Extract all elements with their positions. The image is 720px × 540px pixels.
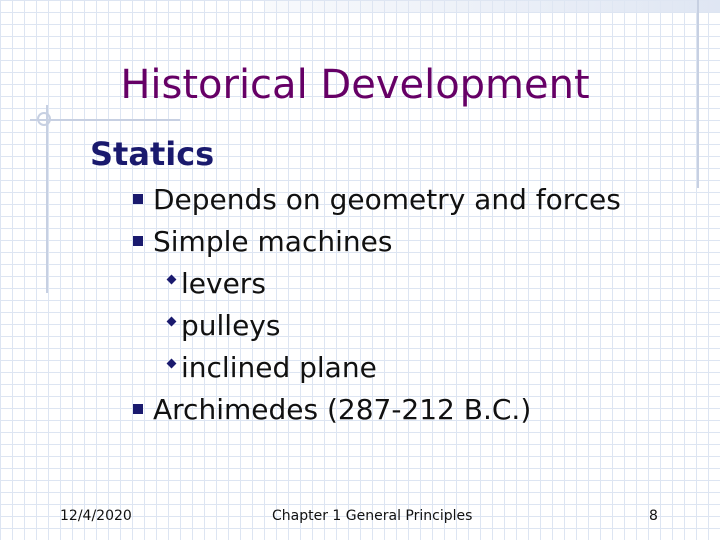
- sub-bullet-item: levers: [166, 266, 266, 302]
- sub-bullet-text: inclined plane: [181, 351, 377, 384]
- footer-title: Chapter 1 General Principles: [272, 508, 473, 524]
- diamond-bullet-icon: [166, 316, 177, 327]
- square-bullet-icon: [133, 236, 143, 246]
- slide-subtitle: Statics: [90, 135, 215, 173]
- corner-decoration: [265, 0, 720, 12]
- crosshair-icon: [37, 112, 51, 126]
- diamond-bullet-icon: [166, 274, 177, 285]
- square-bullet-icon: [133, 194, 143, 204]
- bullet-item: Depends on geometry and forces: [133, 182, 621, 218]
- sub-bullet-item: pulleys: [166, 308, 281, 344]
- diamond-bullet-icon: [166, 358, 177, 369]
- bullet-item: Archimedes (287-212 B.C.): [133, 392, 531, 428]
- bullet-text: Archimedes (287-212 B.C.): [153, 393, 532, 426]
- sub-bullet-item: inclined plane: [166, 350, 377, 386]
- sub-bullet-text: pulleys: [181, 309, 281, 342]
- bullet-item: Simple machines: [133, 224, 392, 260]
- sub-bullet-text: levers: [181, 267, 266, 300]
- slide-title: Historical Development: [120, 62, 590, 108]
- page-number: 8: [649, 508, 658, 524]
- bullet-text: Simple machines: [153, 225, 393, 258]
- bullet-text: Depends on geometry and forces: [153, 183, 621, 216]
- square-bullet-icon: [133, 404, 143, 414]
- footer-date: 12/4/2020: [60, 508, 132, 524]
- decorative-rule-right: [697, 0, 699, 188]
- decorative-rule-left: [46, 105, 48, 293]
- decorative-rule-horizontal: [30, 119, 180, 121]
